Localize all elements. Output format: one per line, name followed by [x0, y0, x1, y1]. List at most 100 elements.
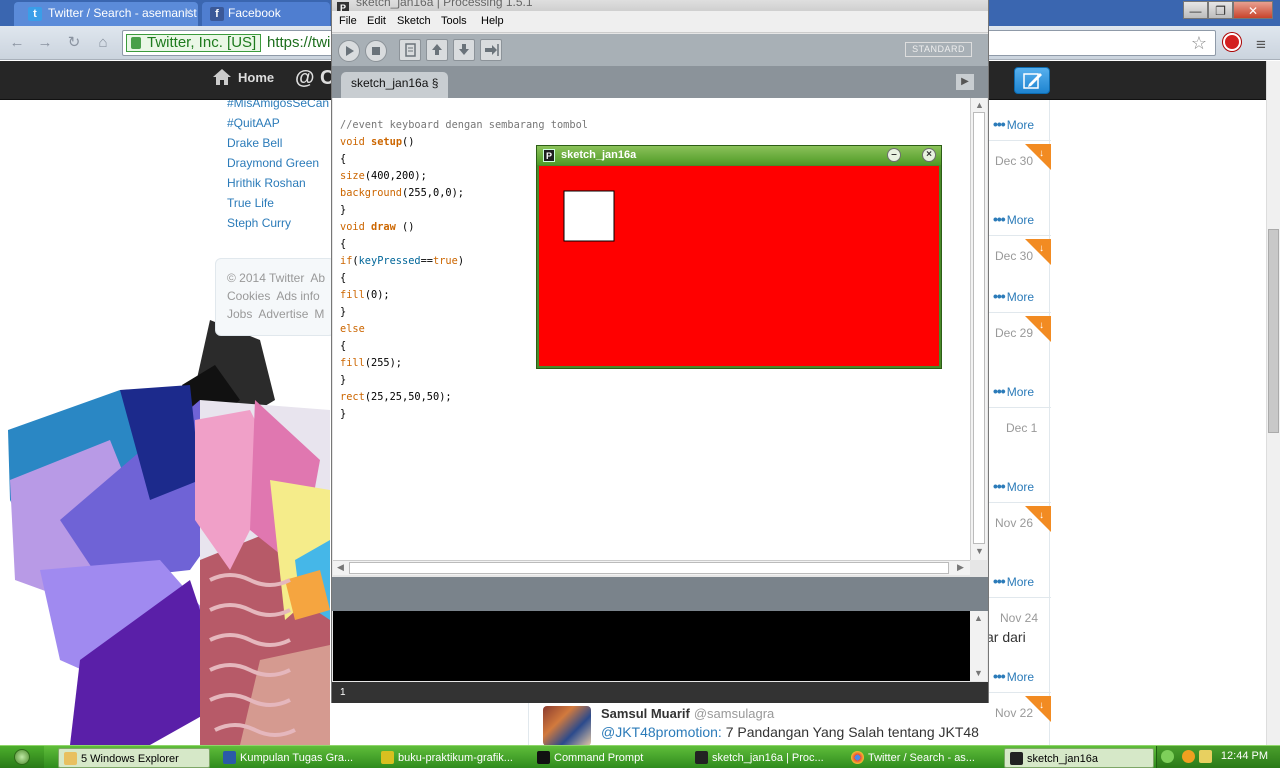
taskbar-item-explorer[interactable]: 5 Windows Explorer — [58, 748, 210, 768]
close-button[interactable]: ✕ — [1233, 1, 1273, 19]
network-icon[interactable] — [1199, 750, 1212, 763]
scrollbar-thumb[interactable] — [973, 112, 985, 544]
pde-title: sketch_jan16a | Processing 1.5.1 — [356, 0, 533, 9]
sketch-title-bar[interactable]: P sketch_jan16a – × — [537, 146, 941, 165]
chrome-menu-icon[interactable]: ≡ — [1256, 35, 1266, 55]
tweet-date[interactable]: Dec 1 — [1006, 421, 1037, 435]
menu-file[interactable]: File — [339, 15, 357, 27]
trend-link[interactable]: Hrithik Roshan — [227, 173, 335, 193]
mode-badge[interactable]: STANDARD — [905, 42, 972, 57]
tab-sketch[interactable]: sketch_jan16a § — [341, 72, 449, 98]
taskbar-item-sketch[interactable]: sketch_jan16a — [1004, 748, 1154, 768]
trend-link[interactable]: Drake Bell — [227, 133, 335, 153]
forward-arrow-icon[interactable]: → — [36, 34, 54, 52]
run-button[interactable] — [338, 40, 360, 62]
trend-link[interactable]: #MisAmigosSeCan — [227, 100, 335, 113]
reload-icon[interactable]: ↻ — [65, 34, 83, 52]
more-actions-link[interactable]: ••• More — [993, 573, 1034, 589]
menu-sketch[interactable]: Sketch — [397, 15, 431, 27]
trend-link[interactable]: Draymond Green — [227, 153, 335, 173]
menu-help[interactable]: Help — [481, 15, 504, 27]
console-scrollbar[interactable]: ▲ ▼ — [970, 611, 987, 681]
stop-button[interactable] — [365, 40, 387, 62]
more-actions-link[interactable]: ••• More — [993, 383, 1034, 399]
scrollbar-thumb[interactable] — [349, 562, 949, 574]
lock-icon — [131, 37, 141, 49]
trends-panel: #MisAmigosSeCan #QuitAAP Drake Bell Dray… — [215, 100, 335, 245]
scrollbar-thumb[interactable] — [1268, 229, 1279, 433]
taskbar-item-processing[interactable]: sketch_jan16a | Proc... — [690, 748, 842, 768]
tab-label: Facebook — [228, 6, 281, 20]
taskbar-item-word[interactable]: Kumpulan Tugas Gra... — [218, 748, 368, 768]
tab-twitter-search[interactable]: t Twitter / Search - asemanist × — [14, 2, 198, 26]
footer-link-jobs[interactable]: Jobs — [227, 307, 252, 321]
processing-icon — [1010, 752, 1023, 765]
taskbar-item-chrome[interactable]: Twitter / Search - as... — [846, 748, 998, 768]
menu-edit[interactable]: Edit — [367, 15, 386, 27]
tray-arrow-icon[interactable] — [1161, 750, 1174, 763]
url-text[interactable]: https://twi — [267, 34, 330, 51]
more-actions-link[interactable]: ••• More — [993, 478, 1034, 494]
footer-link-more[interactable]: M — [314, 307, 324, 321]
trend-link[interactable]: Steph Curry — [227, 213, 335, 233]
new-button[interactable] — [399, 39, 421, 61]
footer-link-ads-info[interactable]: Ads info — [276, 289, 319, 303]
editor-vertical-scrollbar[interactable]: ▲ ▼ — [970, 98, 987, 560]
taskbar-item-cmd[interactable]: Command Prompt — [532, 748, 684, 768]
menu-tools[interactable]: Tools — [441, 15, 467, 27]
tab-facebook[interactable]: f Facebook — [202, 2, 330, 26]
sketch-minimize-button[interactable]: – — [887, 148, 901, 162]
save-button[interactable] — [453, 39, 475, 61]
retweet-corner-icon: ↓ — [1025, 239, 1051, 265]
trend-link[interactable]: #QuitAAP — [227, 113, 335, 133]
console[interactable] — [333, 611, 970, 681]
extension-icon[interactable] — [1223, 33, 1241, 51]
open-button[interactable] — [426, 39, 448, 61]
home-icon[interactable]: ⌂ — [94, 34, 112, 52]
line-number: 1 — [332, 682, 988, 703]
new-file-icon — [405, 43, 416, 57]
trend-link[interactable]: True Life — [227, 193, 335, 213]
facebook-icon: f — [210, 7, 224, 21]
page-scrollbar[interactable] — [1266, 61, 1280, 745]
sketch-close-button[interactable]: × — [922, 148, 936, 162]
back-arrow-icon[interactable]: ← — [8, 34, 26, 52]
folder-icon — [64, 752, 77, 765]
compose-tweet-button[interactable] — [1014, 67, 1050, 94]
maximize-button[interactable]: ❐ — [1208, 1, 1233, 19]
tray-app-icon[interactable] — [1182, 750, 1195, 763]
more-actions-link[interactable]: ••• More — [993, 211, 1034, 227]
more-actions-link[interactable]: ••• More — [993, 116, 1034, 132]
tab-menu-arrow-icon[interactable]: ▶ — [956, 74, 974, 90]
svg-text:↓: ↓ — [1039, 243, 1044, 254]
nav-connect[interactable]: @ C — [295, 67, 335, 90]
more-actions-link[interactable]: ••• More — [993, 668, 1034, 684]
bookmark-star-icon[interactable]: ☆ — [1191, 33, 1207, 54]
clock[interactable]: 12:44 PM — [1221, 750, 1268, 762]
taskbar-item-pdf[interactable]: buku-praktikum-grafik... — [376, 748, 526, 768]
retweet-corner-icon: ↓ — [1025, 696, 1051, 722]
minimize-button[interactable]: — — [1183, 1, 1208, 19]
pde-title-bar: P sketch_jan16a | Processing 1.5.1 — [332, 0, 988, 14]
sketch-canvas[interactable] — [539, 166, 939, 366]
mention-link[interactable]: @JKT48promotion: — [601, 724, 722, 740]
retweet-corner-icon: ↓ — [1025, 506, 1051, 532]
footer-link-cookies[interactable]: Cookies — [227, 289, 270, 303]
chrome-icon — [851, 751, 864, 764]
tweet-date[interactable]: Nov 24 — [1000, 611, 1038, 625]
ev-certificate-badge[interactable]: Twitter, Inc. [US] — [126, 34, 262, 52]
footer-link-about[interactable]: Ab — [310, 271, 325, 285]
tab-label: Twitter / Search - asemanist — [48, 6, 197, 20]
editor-horizontal-scrollbar[interactable]: ◀ ▶ — [333, 560, 970, 575]
tweet-author[interactable]: Samsul Muarif @samsulagra — [601, 706, 774, 721]
tab-close-icon[interactable]: × — [185, 5, 192, 19]
svg-text:↓: ↓ — [1039, 320, 1044, 331]
nav-home[interactable]: Home — [212, 69, 274, 85]
pde-toolbar: STANDARD — [332, 34, 988, 66]
avatar[interactable] — [543, 706, 591, 745]
sketch-window: P sketch_jan16a – × — [536, 145, 942, 369]
footer-link-advertise[interactable]: Advertise — [258, 307, 308, 321]
start-button[interactable] — [0, 746, 44, 768]
more-actions-link[interactable]: ••• More — [993, 288, 1034, 304]
export-button[interactable] — [480, 39, 502, 61]
